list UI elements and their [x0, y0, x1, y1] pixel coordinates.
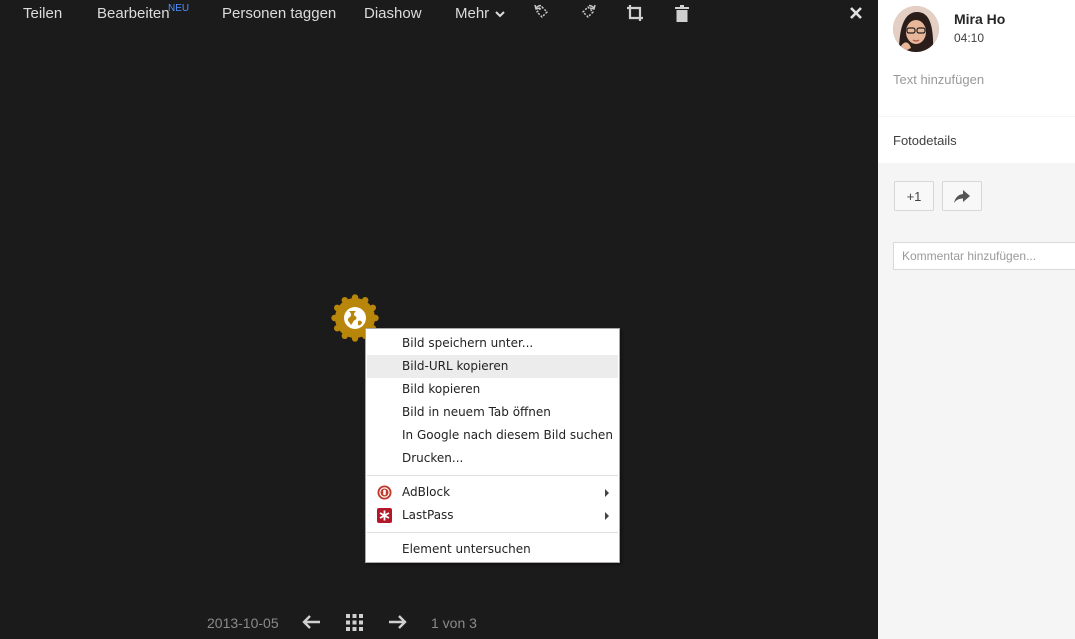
share-arrow-icon	[954, 189, 970, 203]
photo-viewer: Teilen Bearbeiten NEU Personen taggen Di…	[0, 0, 878, 639]
menu-print[interactable]: Drucken...	[367, 447, 618, 470]
submenu-arrow-icon	[605, 512, 609, 520]
crop-icon	[627, 5, 643, 21]
slideshow-button[interactable]: Diashow	[364, 5, 422, 22]
add-text-field[interactable]: Text hinzufügen	[893, 72, 984, 87]
grid-view-button[interactable]	[345, 613, 363, 631]
plus-one-button[interactable]: +1	[894, 181, 934, 211]
rotate-right-button[interactable]	[577, 2, 599, 24]
more-label: Mehr	[455, 5, 490, 22]
adblock-icon	[377, 485, 392, 500]
comment-input[interactable]	[893, 242, 1075, 270]
delete-button[interactable]	[671, 2, 693, 24]
menu-inspect-element[interactable]: Element untersuchen	[367, 538, 618, 561]
grid-icon	[345, 613, 363, 631]
photo-date: 2013-10-05	[207, 615, 279, 631]
menu-search-google-image[interactable]: In Google nach diesem Bild suchen	[367, 424, 618, 447]
context-menu: Bild speichern unter... Bild-URL kopiere…	[365, 328, 620, 563]
avatar[interactable]	[893, 6, 939, 52]
arrow-left-icon	[302, 615, 320, 629]
rotate-left-icon	[534, 4, 549, 19]
menu-copy-image[interactable]: Bild kopieren	[367, 378, 618, 401]
next-photo-button[interactable]	[387, 613, 409, 631]
share-button[interactable]: Teilen	[23, 5, 62, 22]
chevron-down-icon	[495, 11, 506, 18]
close-icon	[850, 7, 862, 19]
trash-icon	[675, 4, 689, 22]
menu-separator	[367, 532, 618, 533]
menu-separator	[367, 475, 618, 476]
tag-people-button[interactable]: Personen taggen	[222, 5, 336, 22]
rotate-right-icon	[581, 4, 596, 19]
arrow-right-icon	[389, 615, 407, 629]
menu-copy-image-url[interactable]: Bild-URL kopieren	[367, 355, 618, 378]
close-button[interactable]	[845, 2, 867, 24]
menu-lastpass[interactable]: LastPass	[367, 504, 618, 527]
rotate-left-button[interactable]	[531, 2, 553, 24]
menu-open-image-new-tab[interactable]: Bild in neuem Tab öffnen	[367, 401, 618, 424]
lastpass-icon	[377, 508, 392, 523]
more-menu-button[interactable]: Mehr	[455, 5, 506, 22]
info-sidebar: Mira Ho 04:10 Text hinzufügen Fotodetail…	[878, 0, 1075, 639]
new-badge: NEU	[168, 3, 190, 14]
author-name[interactable]: Mira Ho	[954, 11, 1005, 27]
viewer-toolbar: Teilen Bearbeiten NEU Personen taggen Di…	[0, 0, 878, 28]
previous-photo-button[interactable]	[300, 613, 322, 631]
menu-save-image-as[interactable]: Bild speichern unter...	[367, 332, 618, 355]
share-post-button[interactable]	[942, 181, 982, 211]
post-time: 04:10	[954, 31, 985, 45]
photo-counter: 1 von 3	[431, 615, 477, 631]
edit-button[interactable]: Bearbeiten	[97, 5, 170, 22]
photo-details-link[interactable]: Fotodetails	[893, 133, 957, 148]
lastpass-label: LastPass	[402, 508, 454, 522]
photo-details-section: Fotodetails	[878, 117, 1075, 163]
author-section: Mira Ho 04:10 Text hinzufügen	[878, 0, 1075, 116]
menu-adblock[interactable]: AdBlock	[367, 481, 618, 504]
submenu-arrow-icon	[605, 489, 609, 497]
viewer-bottom-bar: 2013-10-05 1 von 3	[0, 606, 878, 638]
avatar-portrait-icon	[893, 6, 939, 52]
crop-button[interactable]	[624, 2, 646, 24]
adblock-label: AdBlock	[402, 485, 451, 499]
